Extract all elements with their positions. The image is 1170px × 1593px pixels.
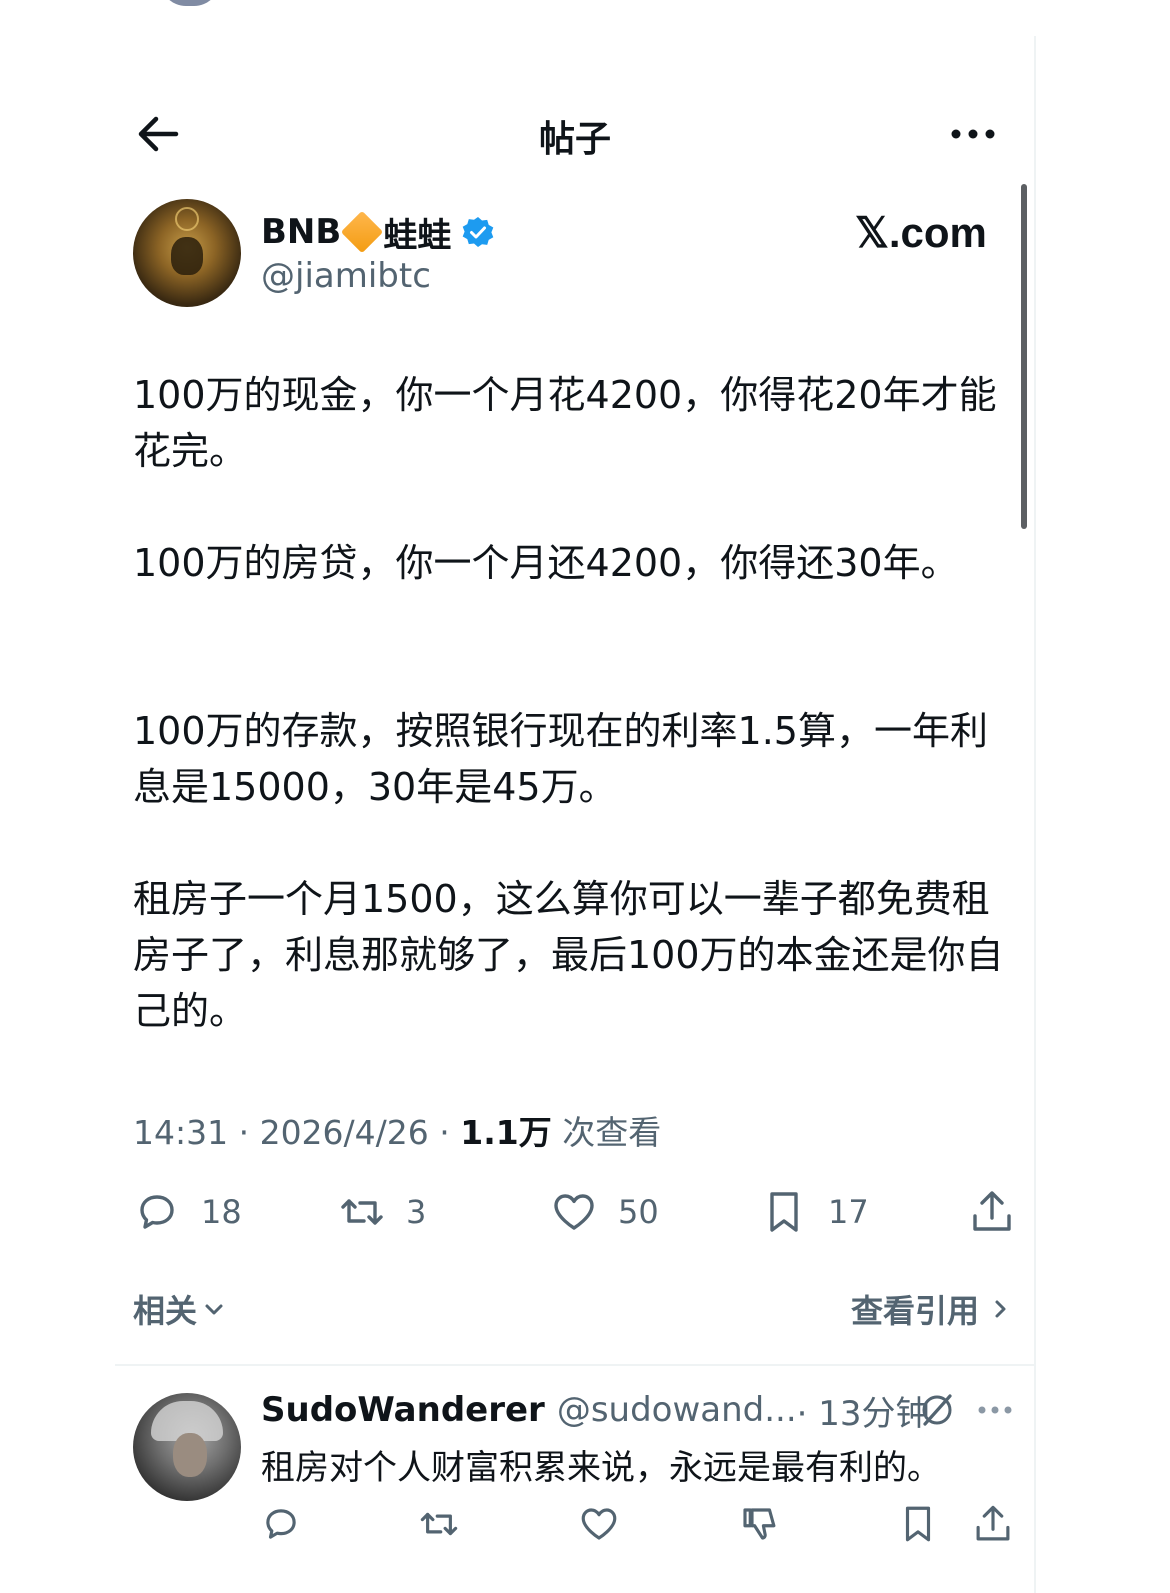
- dislike-icon[interactable]: [738, 1503, 780, 1545]
- view-count: 1.1万: [460, 1113, 552, 1152]
- related-dropdown[interactable]: 相关: [133, 1286, 227, 1332]
- author-name-suffix: 蛙蛙: [383, 215, 452, 256]
- repost-button[interactable]: 3: [338, 1182, 426, 1242]
- share-icon: [973, 1191, 1011, 1231]
- view-quotes-label: 查看引用: [850, 1292, 979, 1330]
- author-name-prefix: BNB: [261, 212, 342, 252]
- related-label: 相关: [133, 1292, 198, 1330]
- post-paragraph: 100万的房贷，你一个月还4200，你得还30年。: [133, 541, 959, 585]
- post-meta: 14:31 · 2026/4/26 · 1.1万 次查看: [133, 1106, 661, 1154]
- post-paragraph: 100万的存款，按照银行现在的利率1.5算，一年利息是15000，30年是45万…: [133, 709, 988, 809]
- view-label: 次查看: [551, 1113, 662, 1152]
- reply-heart-icon[interactable]: [578, 1503, 620, 1545]
- verified-badge-icon: [462, 217, 494, 247]
- cropped-avatar: [160, 0, 220, 6]
- orange-diamond-icon: [341, 210, 384, 254]
- reply-repost-icon[interactable]: [418, 1503, 460, 1545]
- column-border: [1034, 36, 1036, 1593]
- repost-count: 3: [406, 1193, 427, 1231]
- reply-more-icon[interactable]: [975, 1395, 1015, 1425]
- post-paragraph: 租房子一个月1500，这么算你可以一辈子都免费租房子了，利息那就够了，最后100…: [133, 877, 1004, 1033]
- avatar-figure: [171, 237, 203, 275]
- author-name-row[interactable]: BNB 蛙蛙: [261, 207, 495, 257]
- like-count: 50: [618, 1193, 659, 1231]
- repost-icon: [341, 1199, 383, 1225]
- reply-count: 18: [201, 1193, 242, 1231]
- author-handle[interactable]: @jiamibtc: [261, 256, 431, 296]
- reply-time: · 13分钟: [796, 1393, 930, 1434]
- view-quotes-link[interactable]: 查看引用: [851, 1286, 1013, 1332]
- chevron-right-icon: [995, 1300, 1006, 1318]
- like-button[interactable]: 50: [550, 1182, 659, 1242]
- reply-icon: [140, 1195, 174, 1229]
- more-options-icon[interactable]: [948, 114, 998, 154]
- reply-author-name[interactable]: SudoWanderer: [261, 1390, 545, 1430]
- related-row: 相关 查看引用: [133, 1286, 1013, 1336]
- bookmark-count: 17: [828, 1193, 869, 1231]
- reply-bookmark-icon[interactable]: [897, 1503, 939, 1545]
- x-com-watermark: 𝕏.com: [855, 209, 987, 256]
- post-timestamp[interactable]: 14:31 · 2026/4/26 ·: [133, 1113, 460, 1152]
- reply-avatar[interactable]: [133, 1393, 241, 1501]
- bookmark-icon: [770, 1192, 798, 1232]
- reply-comment-icon[interactable]: [260, 1503, 302, 1545]
- coin-shape: [175, 207, 199, 231]
- grok-icon[interactable]: [917, 1390, 957, 1430]
- top-bar: 帖子: [0, 100, 1034, 170]
- post-paragraph: 100万的现金，你一个月花4200，你得花20年才能花完。: [133, 373, 997, 473]
- divider: [115, 1364, 1035, 1366]
- reply-header: SudoWanderer @sudowand... · 13分钟: [261, 1388, 930, 1434]
- heart-icon: [554, 1194, 594, 1230]
- reply-text: 租房对个人财富积累来说，永远是最有利的。: [261, 1448, 941, 1488]
- post-detail-page: 帖子 BNB 蛙蛙 @jiamibtc 𝕏.com 100万的现金，你一个月花4…: [0, 0, 1170, 1593]
- reply-action-bar: [0, 1503, 1034, 1549]
- bookmark-button[interactable]: 17: [760, 1182, 869, 1242]
- avatar-face: [173, 1433, 207, 1477]
- author-avatar[interactable]: [133, 199, 241, 307]
- reply-author-handle[interactable]: @sudowand...: [557, 1390, 797, 1430]
- scrollbar[interactable]: [1021, 184, 1027, 529]
- post-action-bar: 18 3 50 17: [0, 1182, 1034, 1242]
- reply-button[interactable]: 18: [133, 1182, 242, 1242]
- share-button[interactable]: [968, 1182, 1016, 1242]
- chevron-down-icon: [205, 1304, 223, 1315]
- reply-share-icon[interactable]: [972, 1503, 1014, 1545]
